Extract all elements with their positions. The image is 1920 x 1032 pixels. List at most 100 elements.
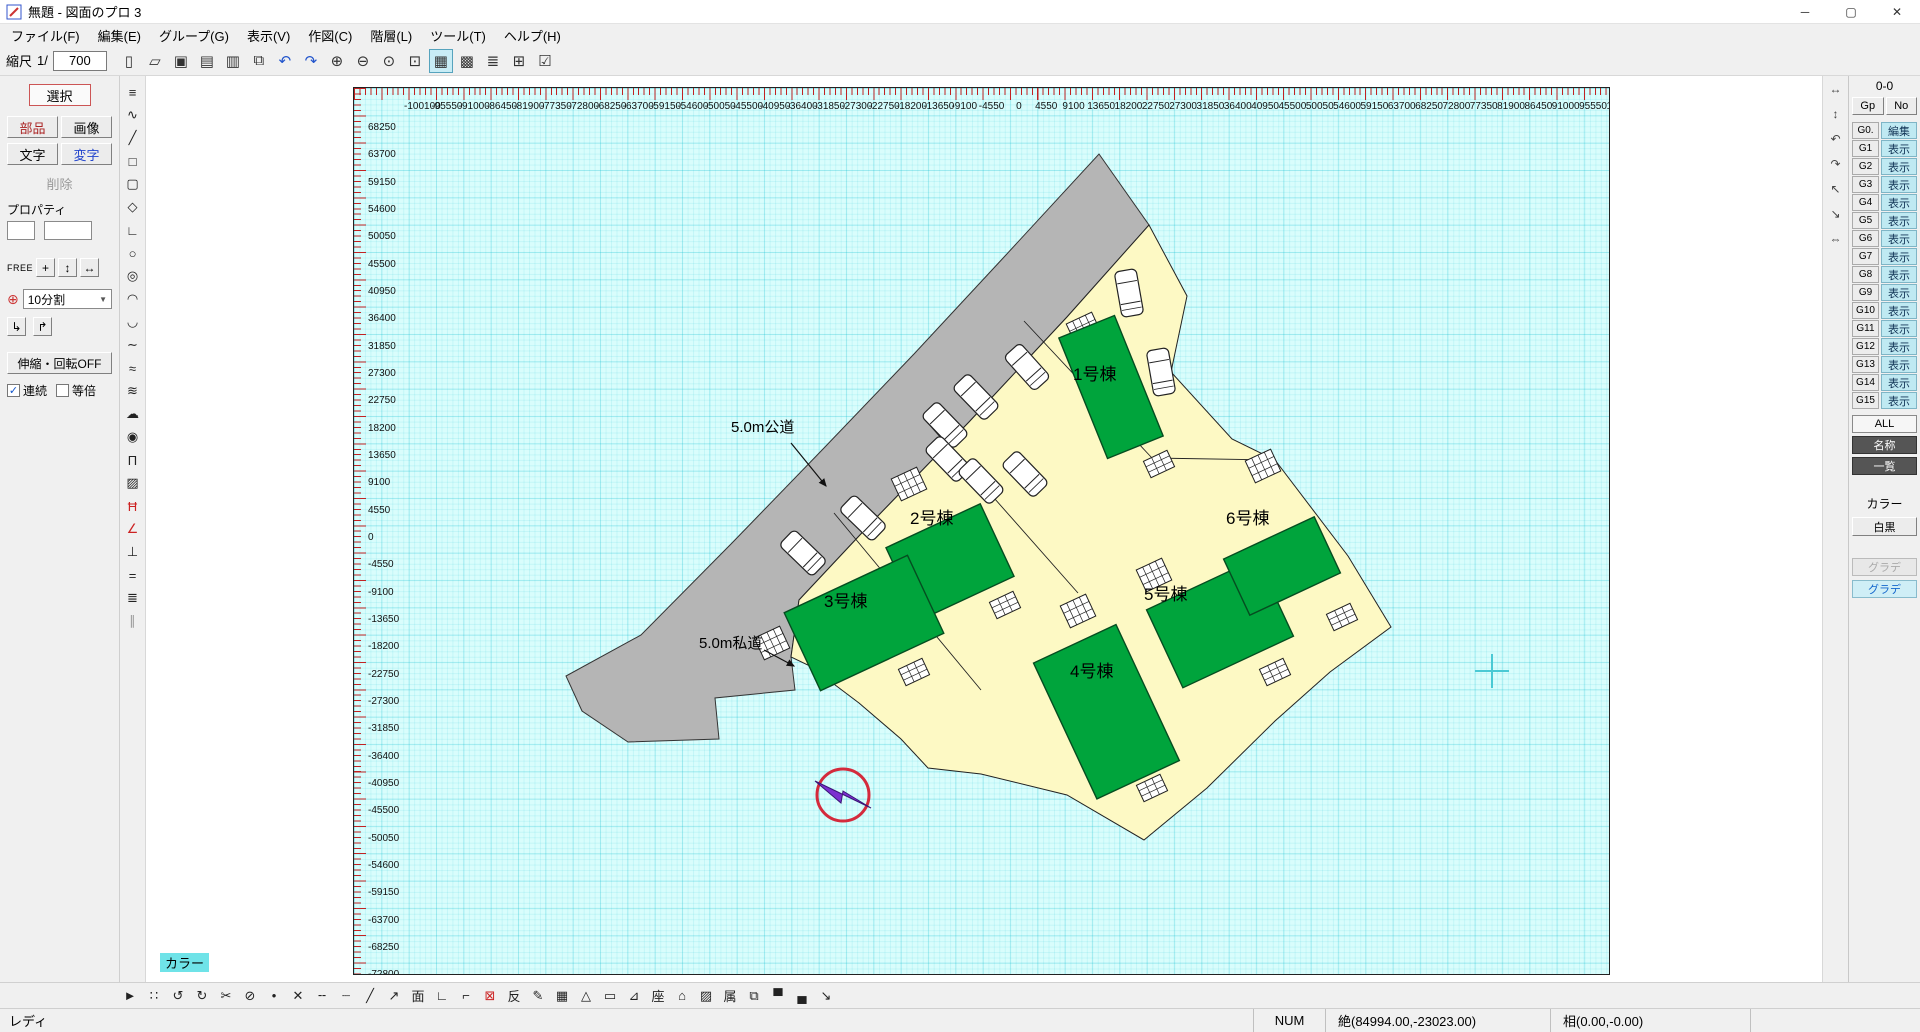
group-id-button[interactable]: G4: [1852, 194, 1879, 211]
pan-vertical-icon[interactable]: ↕: [1827, 105, 1845, 123]
group-display-button[interactable]: 表示: [1881, 284, 1917, 301]
black-white-button[interactable]: 白黒: [1852, 517, 1917, 536]
drawing-page[interactable]: 1号棟 2号棟 3号棟 4号棟 5号棟 6号棟 5.0m公道 5.0m私道: [353, 87, 1610, 975]
home-icon[interactable]: ⌂: [672, 986, 692, 1006]
gradation-button-active[interactable]: グラデ: [1852, 580, 1917, 598]
group-id-button[interactable]: G3: [1852, 176, 1879, 193]
property-color-box[interactable]: [7, 221, 35, 240]
list-button[interactable]: 一覧: [1852, 457, 1917, 475]
cut-icon[interactable]: ✂: [216, 986, 236, 1006]
triangle-icon[interactable]: △: [576, 986, 596, 1006]
building-label[interactable]: 6号棟: [1226, 509, 1269, 528]
seat-icon[interactable]: 座: [648, 986, 668, 1006]
parallel-lines-icon[interactable]: ≡: [123, 82, 143, 102]
node-break-icon[interactable]: ↱: [33, 317, 52, 336]
send-back-icon[interactable]: ▄: [792, 986, 812, 1006]
group-display-button[interactable]: 表示: [1881, 140, 1917, 157]
private-road-label[interactable]: 5.0m私道: [699, 635, 762, 652]
menu-file[interactable]: ファイル(F): [2, 24, 89, 47]
axis-icon[interactable]: ⊥: [123, 542, 143, 562]
gradation-button-disabled[interactable]: グラデ: [1852, 558, 1917, 576]
rotate-cw-icon[interactable]: ↻: [192, 986, 212, 1006]
group-id-button[interactable]: G1: [1852, 140, 1879, 157]
canvas-area[interactable]: 1号棟 2号棟 3号棟 4号棟 5号棟 6号棟 5.0m公道 5.0m私道: [146, 76, 1822, 982]
maximize-button[interactable]: ▢: [1828, 0, 1874, 23]
menu-layer[interactable]: 階層(L): [361, 24, 421, 47]
view-undo-icon[interactable]: ↶: [1827, 130, 1845, 148]
parts-button[interactable]: 部品: [7, 116, 58, 138]
surface-icon[interactable]: 面: [408, 986, 428, 1006]
double-line-icon[interactable]: =: [123, 565, 143, 585]
move-vertical-icon[interactable]: ↕: [58, 258, 77, 277]
spline-icon[interactable]: ≈: [123, 358, 143, 378]
group-id-button[interactable]: G5: [1852, 212, 1879, 229]
zoom-window-icon[interactable]: ⊡: [403, 49, 427, 73]
snap-points-icon[interactable]: ∷: [144, 986, 164, 1006]
scale-input[interactable]: [53, 51, 107, 71]
text-button[interactable]: 文字: [7, 143, 58, 165]
menu-group[interactable]: グループ(G): [150, 24, 238, 47]
measure-angle-icon[interactable]: ⊿: [624, 986, 644, 1006]
arc-icon[interactable]: ◠: [123, 289, 143, 309]
group-display-button[interactable]: 表示: [1881, 392, 1917, 409]
menu-help[interactable]: ヘルプ(H): [495, 24, 570, 47]
names-button[interactable]: 名称: [1852, 436, 1917, 454]
gate-icon[interactable]: Π: [123, 450, 143, 470]
building-label[interactable]: 1号棟: [1073, 365, 1116, 384]
group-id-button[interactable]: G12: [1852, 338, 1879, 355]
group-id-button[interactable]: G8: [1852, 266, 1879, 283]
group-display-button[interactable]: 表示: [1881, 266, 1917, 283]
group-id-button[interactable]: G13: [1852, 356, 1879, 373]
intersection-icon[interactable]: ✕: [288, 986, 308, 1006]
menu-draw[interactable]: 作図(C): [299, 24, 361, 47]
group-id-button[interactable]: G9: [1852, 284, 1879, 301]
export-icon[interactable]: ↘: [816, 986, 836, 1006]
group-id-button[interactable]: G7: [1852, 248, 1879, 265]
circle-icon[interactable]: ○: [123, 243, 143, 263]
undo-icon[interactable]: ↶: [273, 49, 297, 73]
group-display-button[interactable]: 表示: [1881, 194, 1917, 211]
attribute-icon[interactable]: 属: [720, 986, 740, 1006]
ellipse-icon[interactable]: ◎: [123, 266, 143, 286]
group-display-button[interactable]: 表示: [1881, 356, 1917, 373]
group-display-button[interactable]: 表示: [1881, 374, 1917, 391]
char-button[interactable]: 変字: [61, 143, 112, 165]
zoom-extents-icon[interactable]: ↖: [1827, 180, 1845, 198]
group-display-button[interactable]: 表示: [1881, 176, 1917, 193]
zoom-in-icon[interactable]: ⊕: [325, 49, 349, 73]
rect-icon[interactable]: □: [123, 151, 143, 171]
wave-icon[interactable]: ≋: [123, 381, 143, 401]
rounded-rect-icon[interactable]: ▢: [123, 174, 143, 194]
check-settings-icon[interactable]: ☑: [533, 49, 557, 73]
freehand-curve-icon[interactable]: ∿: [123, 105, 143, 125]
zoom-all-icon[interactable]: ⊙: [377, 49, 401, 73]
copy-icon[interactable]: ⧉: [247, 49, 271, 73]
select-cursor-icon[interactable]: ►: [120, 986, 140, 1006]
group-display-button[interactable]: 表示: [1881, 230, 1917, 247]
group-display-button[interactable]: 表示: [1881, 302, 1917, 319]
menu-view[interactable]: 表示(V): [238, 24, 299, 47]
property-value-box[interactable]: [44, 221, 92, 240]
building-label[interactable]: 3号棟: [824, 592, 867, 611]
group-id-button[interactable]: G6: [1852, 230, 1879, 247]
move-free-icon[interactable]: +: [36, 258, 55, 277]
new-file-icon[interactable]: ▯: [117, 49, 141, 73]
reverse-icon[interactable]: 反: [504, 986, 524, 1006]
layer-view-icon[interactable]: ≣: [481, 49, 505, 73]
menu-tool[interactable]: ツール(T): [421, 24, 495, 47]
frame-icon[interactable]: ⌐: [456, 986, 476, 1006]
hatch-slash-icon[interactable]: ∥: [123, 611, 143, 631]
menu-edit[interactable]: 編集(E): [89, 24, 150, 47]
group-display-button[interactable]: 表示: [1881, 212, 1917, 229]
duplicate-icon[interactable]: ⧉: [744, 986, 764, 1006]
perpendicular-icon[interactable]: ∟: [123, 220, 143, 240]
no-button[interactable]: No: [1886, 97, 1918, 115]
chord-icon[interactable]: ◡: [123, 312, 143, 332]
group-0-edit-button[interactable]: 編集: [1881, 122, 1917, 139]
node-connect-icon[interactable]: ↳: [7, 317, 26, 336]
offset-icon[interactable]: ↗: [384, 986, 404, 1006]
scale-lock-checkbox[interactable]: [56, 384, 69, 397]
building-label[interactable]: 2号棟: [910, 509, 953, 528]
stretch-rotate-button[interactable]: 伸縮・回転OFF: [7, 352, 112, 374]
group-display-button[interactable]: 表示: [1881, 338, 1917, 355]
